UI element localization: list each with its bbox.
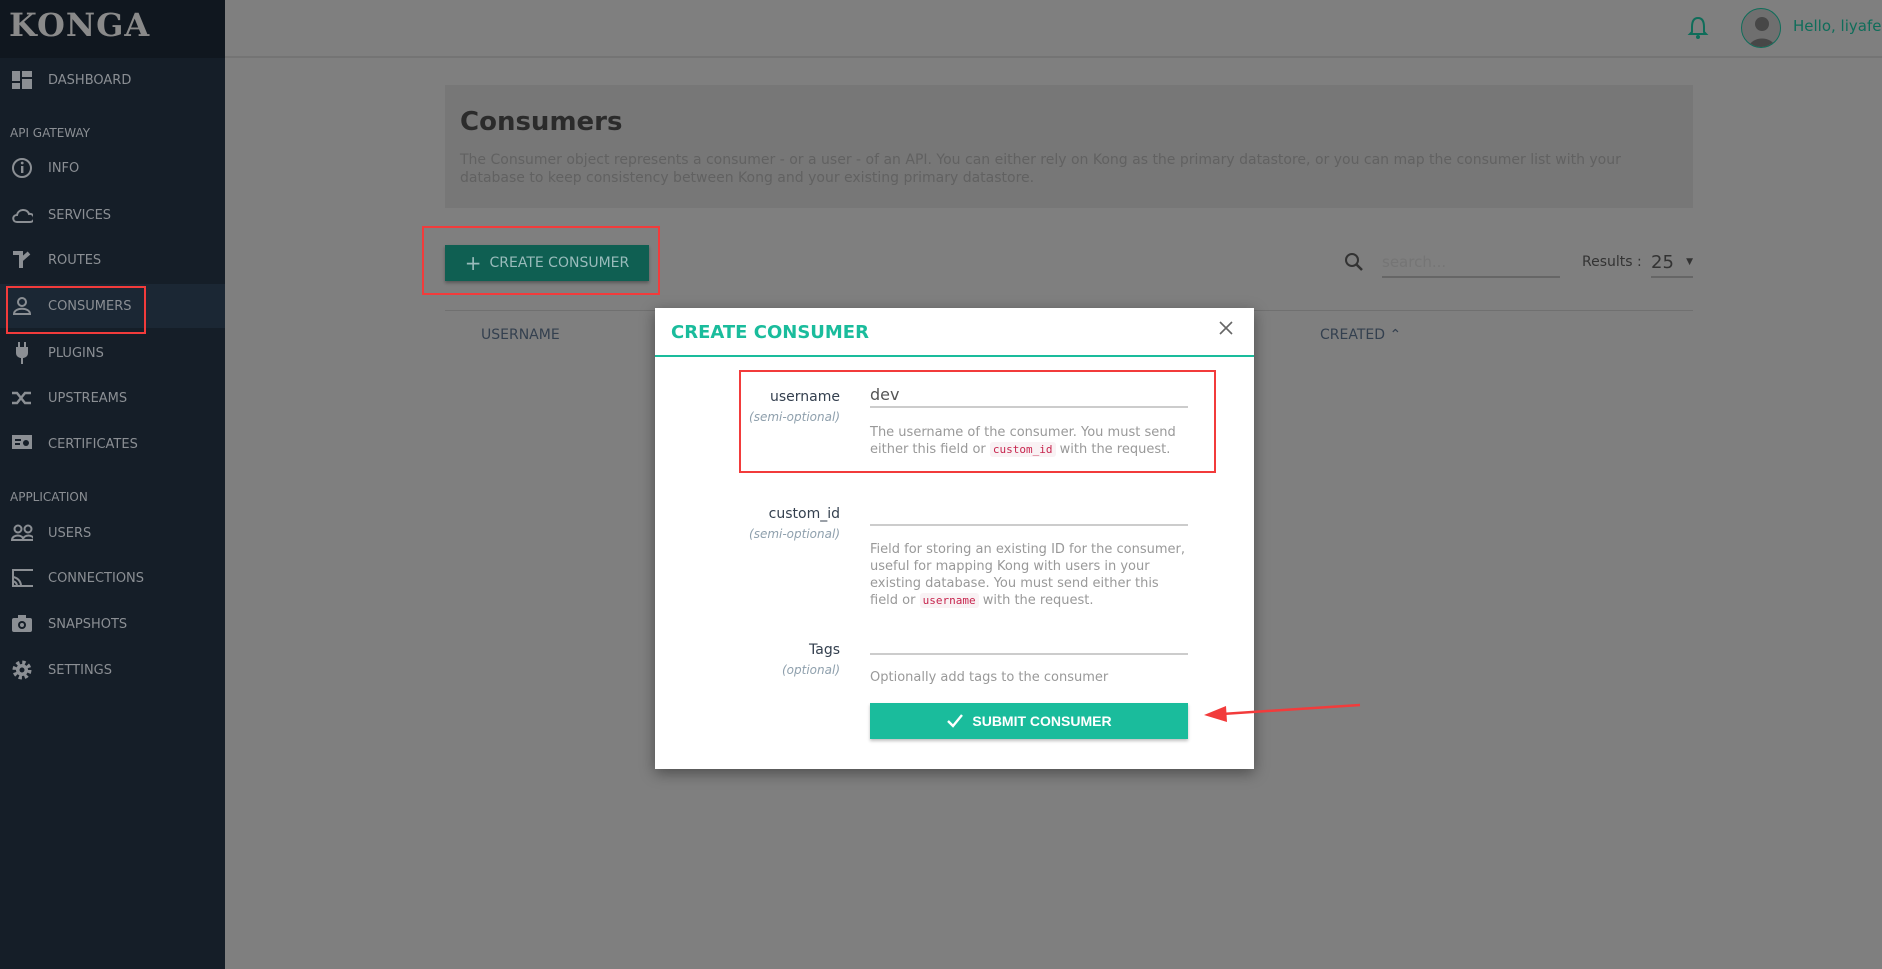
sidebar-item-upstreams[interactable]: UPSTREAMS [0, 376, 225, 420]
bell-icon[interactable] [1687, 15, 1709, 39]
camera-icon [11, 613, 33, 635]
sidebar-item-label: USERS [48, 525, 92, 541]
sidebar-item-snapshots[interactable]: SNAPSHOTS [0, 602, 225, 646]
search-icon [1345, 253, 1363, 271]
top-header: Hello, liyafei [225, 0, 1882, 58]
custom-id-input[interactable] [870, 500, 1188, 526]
field-help: Field for storing an existing ID for the… [870, 542, 1186, 608]
section-api-gateway: API GATEWAY [10, 126, 91, 140]
user-greeting[interactable]: Hello, liyafei [1793, 17, 1882, 35]
certificate-icon [11, 433, 33, 455]
cloud-icon [11, 204, 33, 226]
section-application: APPLICATION [10, 490, 88, 504]
cast-icon [11, 567, 33, 589]
sidebar-item-label: CERTIFICATES [48, 436, 138, 452]
konga-logo[interactable]: KONGA [0, 0, 225, 58]
column-header-created[interactable]: CREATED ⌃ [1320, 327, 1401, 343]
sidebar-item-certificates[interactable]: CERTIFICATES [0, 422, 225, 466]
field-label: Tags [809, 642, 840, 658]
annotation-arrow [1204, 703, 1361, 722]
sidebar-item-label: CONNECTIONS [48, 570, 145, 586]
plug-icon [11, 342, 33, 364]
sidebar-item-plugins[interactable]: PLUGINS [0, 331, 225, 375]
sidebar: KONGA DASHBOARD API GATEWAY APPLICATION … [0, 0, 225, 969]
annotation-box-create [422, 226, 660, 295]
annotation-box-username [739, 370, 1216, 473]
sidebar-item-label: ROUTES [48, 252, 102, 268]
sidebar-item-dashboard[interactable]: DASHBOARD [0, 58, 225, 102]
sidebar-item-label: DASHBOARD [48, 72, 132, 88]
field-note: (optional) [782, 663, 840, 677]
check-icon [947, 714, 964, 728]
page-title: Consumers [460, 107, 623, 137]
sidebar-item-label: SERVICES [48, 207, 112, 223]
sidebar-item-routes[interactable]: ROUTES [0, 238, 225, 282]
shuffle-icon [11, 387, 33, 409]
sidebar-item-label: PLUGINS [48, 345, 104, 361]
sidebar-item-label: SNAPSHOTS [48, 616, 128, 632]
modal-title: CREATE CONSUMER [671, 322, 869, 343]
caret-down-icon: ▼ [1686, 257, 1693, 267]
Tags-input[interactable] [870, 629, 1188, 655]
avatar[interactable] [1741, 8, 1781, 48]
submit-consumer-button[interactable]: SUBMIT CONSUMER [870, 703, 1188, 739]
sidebar-item-label: INFO [48, 160, 80, 176]
sidebar-item-settings[interactable]: SETTINGS [0, 648, 225, 692]
info-icon [11, 157, 33, 179]
annotation-box-consumers [6, 286, 146, 334]
sidebar-item-info[interactable]: INFO [0, 146, 225, 190]
page-description: The Consumer object represents a consume… [460, 152, 1621, 186]
dashboard-icon [11, 69, 33, 91]
routes-icon [11, 249, 33, 271]
sidebar-item-services[interactable]: SERVICES [0, 193, 225, 237]
field-help: Optionally add tags to the consumer [870, 670, 1109, 685]
field-label: custom_id [768, 506, 840, 522]
users-icon [11, 522, 33, 544]
chevron-up-icon: ⌃ [1389, 327, 1402, 343]
sidebar-item-users[interactable]: USERS [0, 511, 225, 555]
modal-title-divider [655, 355, 1254, 357]
close-icon[interactable] [1218, 320, 1234, 336]
column-header-username[interactable]: USERNAME [481, 327, 560, 343]
gear-icon [11, 659, 33, 681]
sidebar-item-connections[interactable]: CONNECTIONS [0, 556, 225, 600]
results-select[interactable]: 25 ▼ [1651, 248, 1693, 278]
code-snippet: username [919, 593, 979, 608]
sidebar-item-label: SETTINGS [48, 662, 113, 678]
page-header-panel: Consumers The Consumer object represents… [445, 85, 1693, 208]
sidebar-item-label: UPSTREAMS [48, 390, 128, 406]
search-input[interactable] [1382, 248, 1560, 278]
field-note: (semi-optional) [749, 527, 840, 541]
results-label: Results : [1582, 254, 1642, 270]
